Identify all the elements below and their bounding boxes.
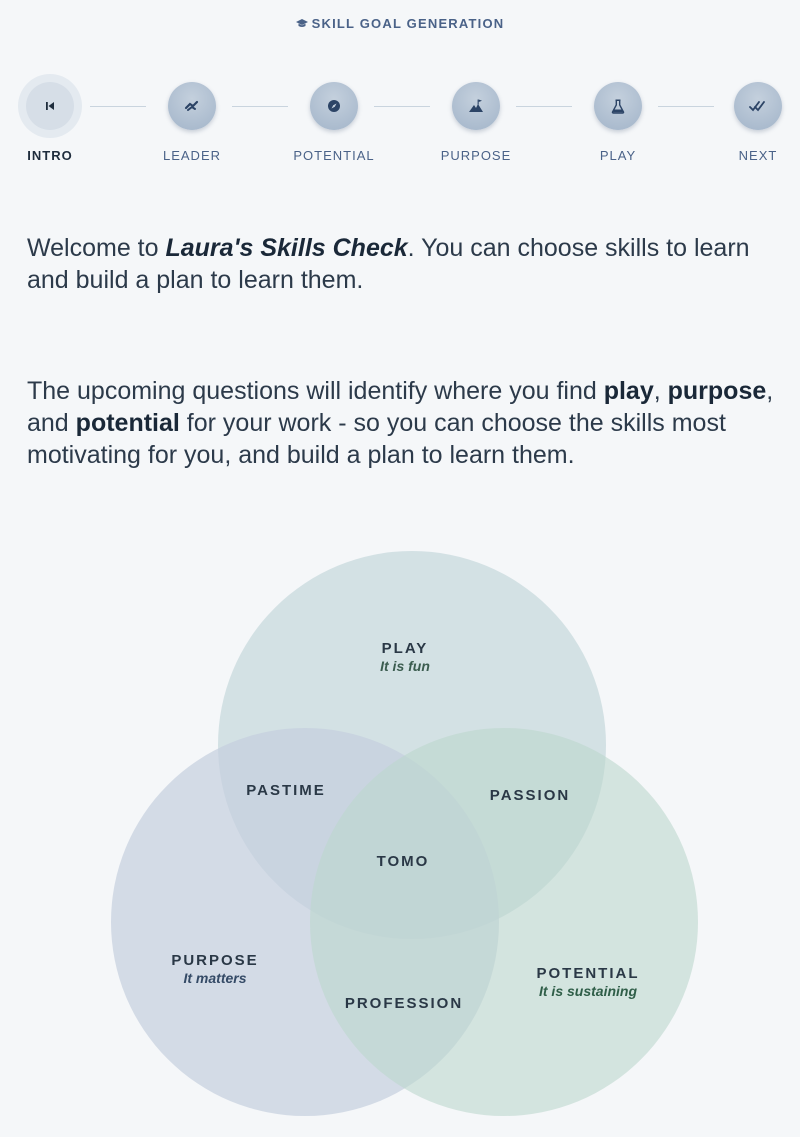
venn-label-profession: PROFESSION — [345, 995, 463, 1012]
step-circle[interactable] — [310, 82, 358, 130]
skip-back-icon — [46, 102, 54, 110]
welcome-text: Welcome to — [27, 234, 166, 262]
venn-label-passion: PASSION — [490, 787, 570, 804]
venn-label-purpose: PURPOSE — [171, 952, 258, 969]
venn-label-center: TOMO — [377, 853, 430, 870]
step-next[interactable]: NEXT — [708, 74, 800, 163]
keyword-play: play — [603, 377, 654, 405]
step-purpose[interactable]: PURPOSE — [426, 74, 526, 163]
flask-icon — [611, 99, 625, 114]
handshake-icon — [184, 100, 199, 111]
step-potential[interactable]: POTENTIAL — [284, 74, 384, 163]
progress-stepper: INTRO LEADER POTENTIAL PURPOSE PLAY NEXT — [0, 74, 800, 174]
app-name: Laura's Skills Check — [165, 234, 408, 262]
step-label: PURPOSE — [440, 148, 512, 163]
venn-sub-potential: It is sustaining — [539, 983, 637, 999]
step-leader[interactable]: LEADER — [142, 74, 242, 163]
venn-sub-purpose: It matters — [183, 970, 246, 986]
separator: , — [653, 377, 668, 405]
graduation-cap-icon — [295, 17, 308, 32]
step-play[interactable]: PLAY — [568, 74, 668, 163]
step-circle[interactable] — [452, 82, 500, 130]
step-intro[interactable]: INTRO — [0, 74, 100, 163]
step-label: LEADER — [162, 148, 222, 163]
venn-label-play: PLAY — [382, 640, 429, 657]
venn-diagram: PLAY It is fun PASTIME PASSION TOMO PURP… — [111, 551, 698, 1116]
step-label: INTRO — [27, 148, 73, 163]
explanation-text: The upcoming questions will identify whe… — [27, 377, 604, 405]
step-circle[interactable] — [26, 82, 74, 130]
step-circle[interactable] — [594, 82, 642, 130]
page-header: SKILL GOAL GENERATION — [0, 16, 800, 32]
step-label: NEXT — [738, 148, 778, 163]
step-circle[interactable] — [734, 82, 782, 130]
venn-label-pastime: PASTIME — [246, 782, 326, 799]
compass-icon — [328, 100, 340, 112]
mountain-flag-icon — [469, 99, 483, 112]
step-circle[interactable] — [168, 82, 216, 130]
header-title: SKILL GOAL GENERATION — [311, 16, 505, 31]
explanation-paragraph: The upcoming questions will identify whe… — [27, 375, 787, 471]
venn-sub-play: It is fun — [380, 658, 430, 674]
keyword-potential: potential — [75, 409, 180, 437]
step-label: POTENTIAL — [293, 148, 375, 163]
double-check-icon — [749, 101, 765, 112]
step-label: PLAY — [599, 148, 637, 163]
welcome-paragraph: Welcome to Laura's Skills Check. You can… — [27, 232, 787, 296]
keyword-purpose: purpose — [667, 377, 767, 405]
venn-label-potential: POTENTIAL — [537, 965, 640, 982]
